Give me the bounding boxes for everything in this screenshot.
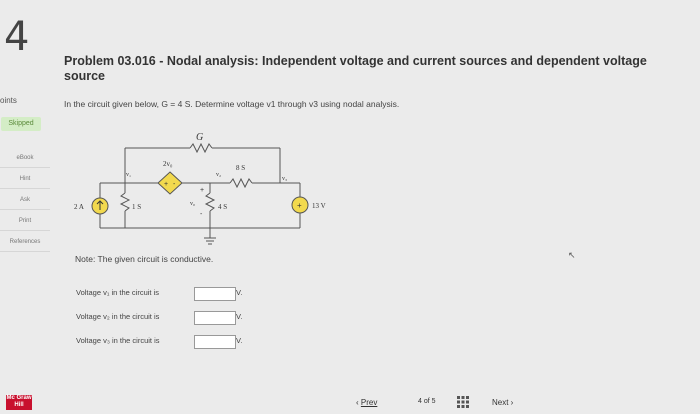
svg-text:-: - bbox=[200, 211, 203, 218]
v3-label: v₃ bbox=[282, 176, 287, 182]
answer-unit-v3: V. bbox=[236, 336, 243, 345]
vo-label: v₀ bbox=[190, 201, 195, 207]
answer-row-v3: Voltage v₃ in the circuit is V. bbox=[76, 335, 242, 349]
svg-text:+: + bbox=[297, 201, 302, 210]
circuit-note: Note: The given circuit is conductive. bbox=[75, 254, 214, 264]
current-source-label: 2 A bbox=[74, 203, 84, 211]
answer-unit-v1: V. bbox=[236, 288, 243, 297]
svg-text:+: + bbox=[200, 187, 204, 194]
prev-button[interactable]: ‹ Prev bbox=[356, 398, 377, 407]
r1-label: 1 S bbox=[132, 203, 141, 211]
answer-label-v3: Voltage v₃ in the circuit is bbox=[76, 336, 160, 345]
status-badge: Skipped bbox=[1, 117, 41, 131]
next-button[interactable]: Next › bbox=[492, 398, 513, 407]
svg-text:+: + bbox=[164, 181, 168, 188]
page-indicator: 4 of 5 bbox=[418, 398, 436, 405]
g-label: G bbox=[196, 132, 203, 143]
problem-title: Problem 03.016 - Nodal analysis: Indepen… bbox=[64, 54, 647, 83]
mouse-cursor-icon: ↖ bbox=[568, 250, 576, 260]
page-current: 4 bbox=[418, 398, 422, 405]
points-label: oints bbox=[0, 96, 17, 105]
answer-label-v2: Voltage v₂ in the circuit is bbox=[76, 312, 160, 321]
sidebar-item-print[interactable]: Print bbox=[0, 213, 50, 231]
circuit-diagram: + - + + - G 2v₀ v₁ v₂ v₃ 8 S 2 A 1 S 4 S… bbox=[74, 132, 326, 245]
problem-instruction: In the circuit given below, G = 4 S. Det… bbox=[64, 99, 400, 109]
v1-answer-input[interactable] bbox=[194, 287, 236, 301]
voltage-source-label: 13 V bbox=[312, 202, 326, 210]
chevron-right-icon: › bbox=[508, 398, 514, 407]
next-label: Next bbox=[492, 398, 509, 407]
sidebar-item-ask[interactable]: Ask bbox=[0, 192, 50, 210]
sidebar-item-ebook[interactable]: eBook bbox=[0, 150, 50, 168]
r-top-label: 8 S bbox=[236, 164, 245, 172]
sidebar-item-hint[interactable]: Hint bbox=[0, 171, 50, 189]
r2-label: 4 S bbox=[218, 203, 227, 211]
v2-label: v₂ bbox=[216, 172, 221, 178]
answer-row-v1: Voltage v₁ in the circuit is V. bbox=[76, 287, 242, 301]
v2-answer-input[interactable] bbox=[194, 311, 236, 325]
dependent-source-symbol bbox=[157, 171, 183, 195]
page-of: of bbox=[423, 398, 430, 405]
question-number: 4 bbox=[4, 14, 30, 60]
page-total: 5 bbox=[431, 398, 436, 405]
grid-icon[interactable] bbox=[457, 396, 469, 408]
v1-label: v₁ bbox=[126, 172, 131, 178]
publisher-logo: Mc Graw Hill bbox=[6, 395, 32, 410]
answer-row-v2: Voltage v₂ in the circuit is V. bbox=[76, 311, 242, 325]
v3-answer-input[interactable] bbox=[194, 335, 236, 349]
dep-source-label: 2v₀ bbox=[163, 160, 173, 168]
sidebar: eBook Hint Ask Print References bbox=[0, 150, 50, 255]
prev-label: Prev bbox=[360, 398, 378, 407]
answer-label-v1: Voltage v₁ in the circuit is bbox=[76, 288, 159, 297]
answer-unit-v2: V. bbox=[236, 312, 243, 321]
sidebar-item-references[interactable]: References bbox=[0, 234, 50, 252]
